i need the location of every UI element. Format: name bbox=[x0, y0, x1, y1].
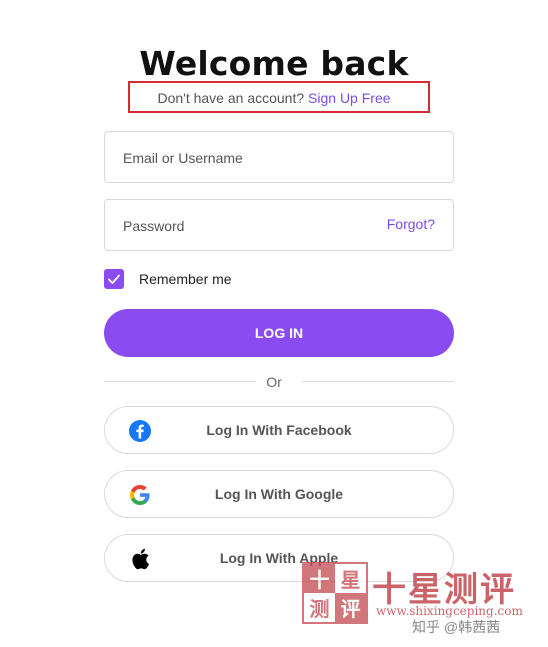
divider-label: Or bbox=[266, 374, 282, 390]
username-field[interactable] bbox=[104, 131, 454, 184]
signup-prompt: Don't have an account? Sign Up Free bbox=[0, 90, 548, 106]
facebook-login-button[interactable]: Log In With Facebook bbox=[104, 406, 454, 454]
watermark-seal-char: 测 bbox=[304, 593, 335, 622]
remember-me-checkbox[interactable] bbox=[104, 269, 124, 289]
login-button[interactable]: LOG IN bbox=[104, 309, 454, 357]
password-input[interactable] bbox=[121, 200, 385, 252]
password-field[interactable]: Forgot? bbox=[104, 199, 454, 252]
remember-me-row: Remember me bbox=[104, 268, 232, 290]
forgot-password-link[interactable]: Forgot? bbox=[387, 216, 435, 232]
remember-me-label: Remember me bbox=[139, 271, 232, 287]
google-login-label: Log In With Google bbox=[214, 486, 344, 502]
facebook-login-label: Log In With Facebook bbox=[206, 422, 352, 438]
signup-link[interactable]: Sign Up Free bbox=[308, 90, 390, 106]
checkmark-icon bbox=[108, 274, 120, 284]
watermark-url: www.shixingceping.com bbox=[376, 604, 523, 618]
watermark-seal-char: 十 bbox=[304, 564, 335, 593]
signup-prompt-text: Don't have an account? bbox=[157, 90, 305, 106]
divider-line-right bbox=[302, 381, 454, 382]
page-title: Welcome back bbox=[139, 44, 409, 83]
watermark-credit: 知乎 @韩茜茜 bbox=[412, 619, 501, 635]
username-input[interactable] bbox=[121, 132, 385, 184]
watermark-seal-char: 星 bbox=[335, 564, 366, 593]
watermark-seal: 十 星 测 评 bbox=[302, 562, 368, 624]
google-login-button[interactable]: Log In With Google bbox=[104, 470, 454, 518]
watermark-seal-char: 评 bbox=[335, 593, 366, 622]
